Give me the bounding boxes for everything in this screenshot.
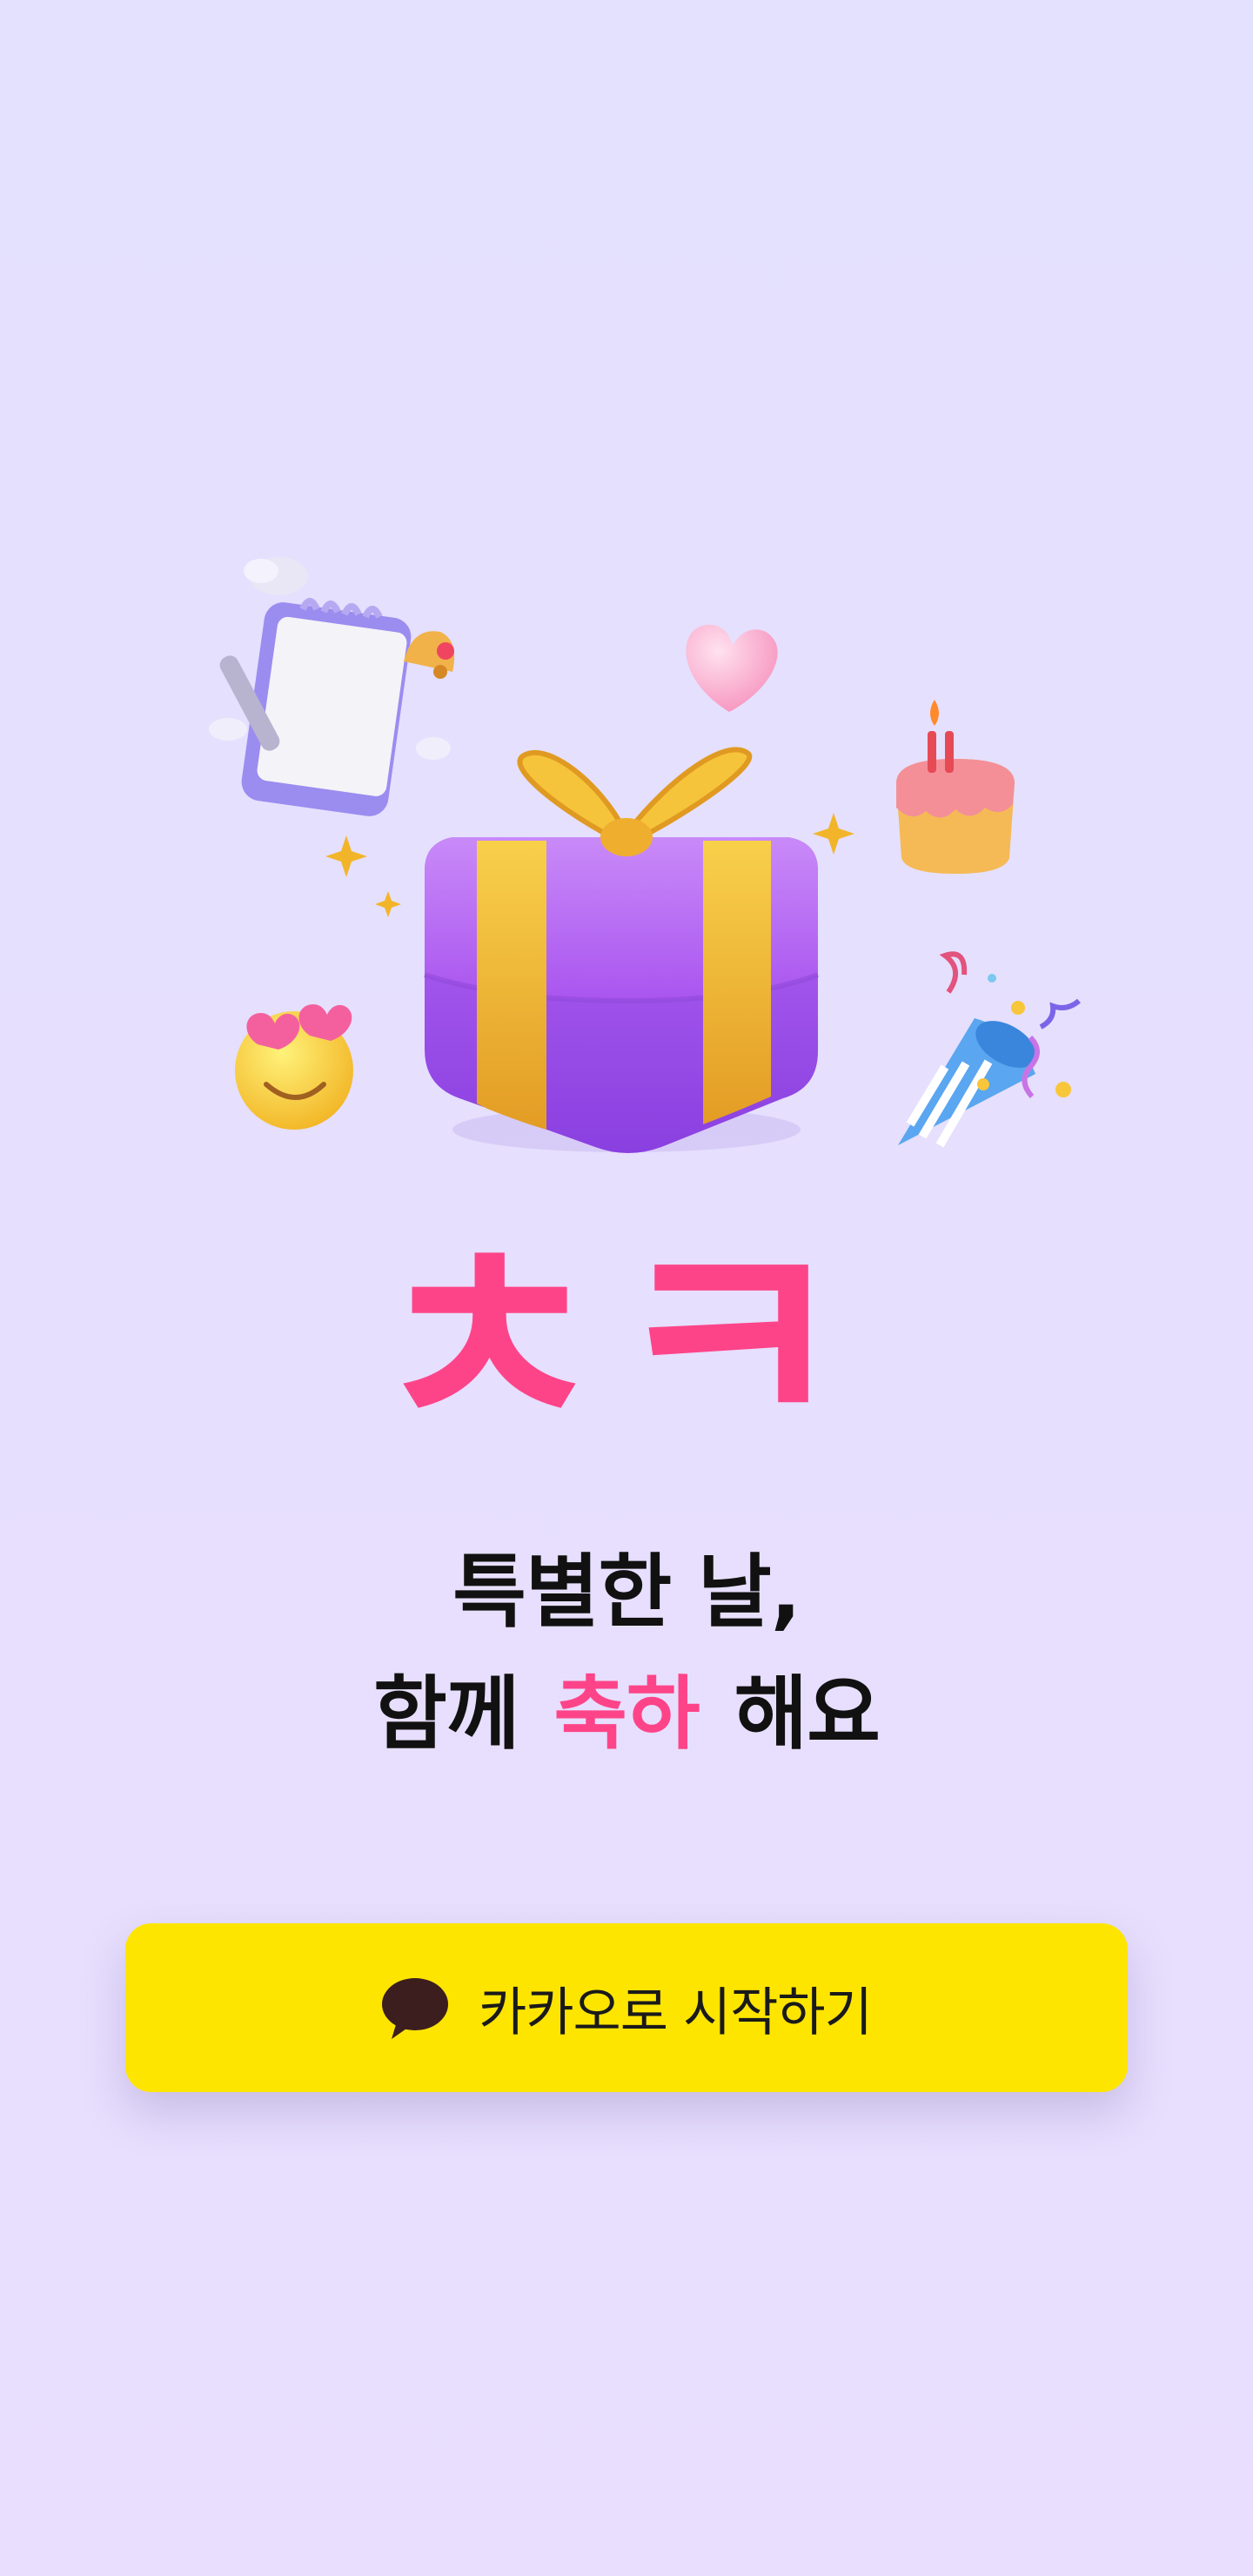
app-logo-text: ㅊㅋ (369, 1210, 849, 1471)
app-logo: ㅊㅋ (365, 1190, 853, 1493)
tagline-highlight: 축하 (553, 1667, 700, 1761)
tagline: 특별한 날, 함께 축하 해요 (0, 1532, 1253, 1775)
kakao-login-label: 카카오로 시작하기 (479, 1982, 873, 2043)
heart-icon (686, 624, 778, 712)
party-popper-icon (898, 951, 1081, 1148)
tagline-line-1: 특별한 날, (452, 1546, 801, 1639)
kakao-talk-bubble-icon (382, 1978, 449, 2039)
tagline-line-2-before: 함께 (373, 1667, 519, 1761)
hero-illustration (0, 0, 1253, 1218)
birthday-cake-icon (896, 700, 1015, 874)
tagline-line-2-after: 해요 (734, 1667, 881, 1761)
tagline-line-2: 함께 축하 해요 (0, 1654, 1253, 1775)
gift-box-icon (424, 747, 820, 1153)
heart-eyes-emoji-icon (235, 1004, 353, 1130)
alarm-bell-icon (404, 631, 455, 679)
calendar-icon (209, 557, 451, 816)
kakao-login-button[interactable]: 카카오로 시작하기 (125, 1923, 1128, 2092)
